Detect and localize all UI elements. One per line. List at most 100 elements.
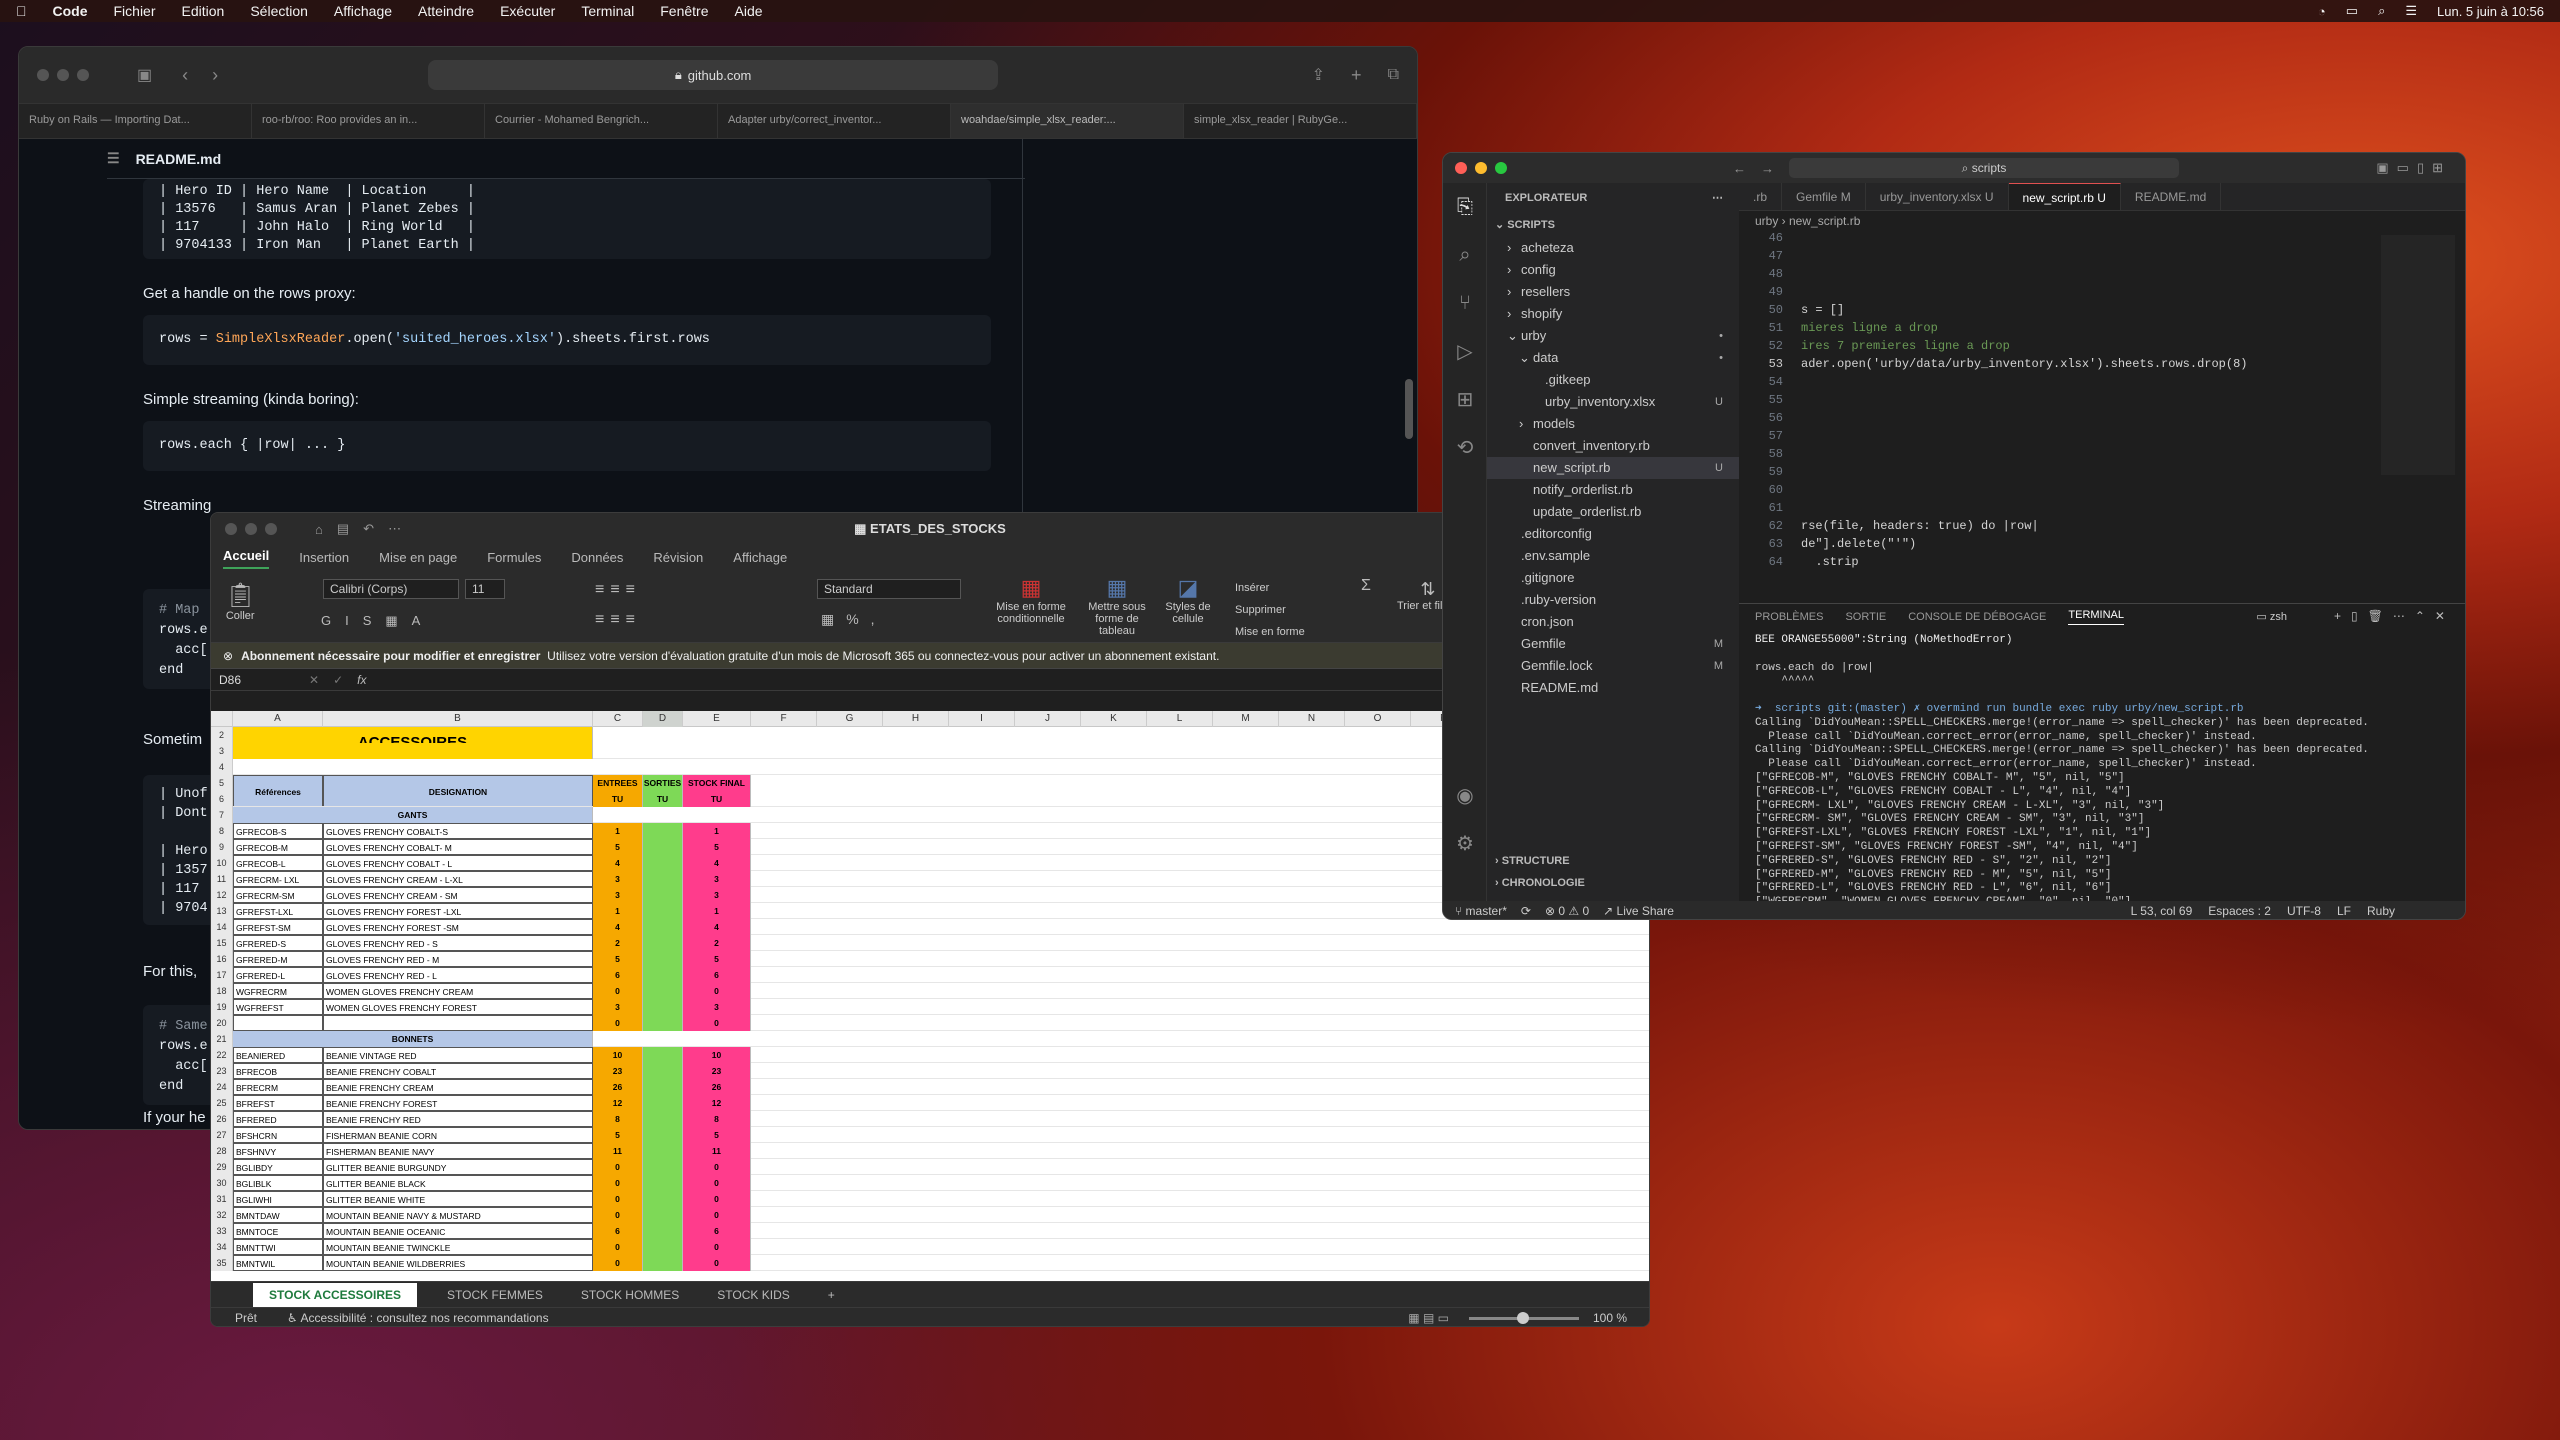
zoom-slider[interactable] xyxy=(1468,1311,1579,1324)
zoom-button[interactable] xyxy=(77,69,89,81)
cell-designation[interactable]: MOUNTAIN BEANIE OCEANIC xyxy=(323,1223,593,1239)
cell-ref[interactable]: GFRECOB-S xyxy=(233,823,323,839)
apple-menu-icon[interactable]:  xyxy=(16,3,27,19)
fx-button[interactable]: fx xyxy=(357,673,366,687)
cell-ref[interactable]: BEANIERED xyxy=(233,1047,323,1063)
layout-icons[interactable]: ▣▭▯⊞ xyxy=(2376,160,2451,176)
menu-1[interactable]: Edition xyxy=(182,3,225,19)
cell-stock[interactable]: 0 xyxy=(683,1015,751,1031)
back-icon[interactable]: ‹ xyxy=(182,65,188,86)
cell-ref[interactable]: BFRECOB xyxy=(233,1063,323,1079)
cell-sorties[interactable] xyxy=(643,951,683,967)
tree-item[interactable]: update_orderlist.rb xyxy=(1487,501,1739,523)
cell-designation[interactable]: BEANIE VINTAGE RED xyxy=(323,1047,593,1063)
cell-stock[interactable]: 0 xyxy=(683,1239,751,1255)
section-gants[interactable]: GANTS xyxy=(233,807,593,823)
row-header[interactable]: 32 xyxy=(211,1207,233,1223)
row-header[interactable]: 15 xyxy=(211,935,233,951)
column-header-J[interactable]: J xyxy=(1015,711,1081,727)
spreadsheet-grid[interactable]: ABCDEFGHIJKLMNOP 2ACCESSOIRES345Référenc… xyxy=(211,711,1649,1281)
cell-sorties[interactable] xyxy=(643,1095,683,1111)
tree-item[interactable]: new_script.rb U xyxy=(1487,457,1739,479)
cell-sorties[interactable] xyxy=(643,967,683,983)
cell-designation[interactable]: GLOVES FRENCHY FOREST -LXL xyxy=(323,903,593,919)
cell-sorties[interactable] xyxy=(643,1239,683,1255)
row-header[interactable]: 11 xyxy=(211,871,233,887)
ribbon-tab-0[interactable]: Accueil xyxy=(223,548,270,569)
cell-ref[interactable]: GFRECOB-M xyxy=(233,839,323,855)
timeline-section[interactable]: › CHRONOLOGIE xyxy=(1487,871,1585,895)
cell-sorties[interactable] xyxy=(643,1063,683,1079)
cell-entrees[interactable]: 3 xyxy=(593,871,643,887)
cell-entrees[interactable]: 6 xyxy=(593,967,643,983)
cell-designation[interactable]: GLOVES FRENCHY RED - L xyxy=(323,967,593,983)
zoom-button[interactable] xyxy=(1495,162,1507,174)
name-box[interactable]: D86 xyxy=(219,673,279,687)
cell-sorties[interactable] xyxy=(643,1127,683,1143)
cell-ref[interactable]: BFSHNVY xyxy=(233,1143,323,1159)
cell-designation[interactable]: MOUNTAIN BEANIE WILDBERRIES xyxy=(323,1255,593,1271)
cell-stock[interactable]: 8 xyxy=(683,1111,751,1127)
cell-entrees[interactable]: 6 xyxy=(593,1223,643,1239)
cell-sorties[interactable] xyxy=(643,855,683,871)
cell-ref[interactable]: BGLIWHI xyxy=(233,1191,323,1207)
search-icon[interactable]: ⌕ xyxy=(2378,3,2385,19)
cell-ref[interactable]: BMNTOCE xyxy=(233,1223,323,1239)
tree-item[interactable]: notify_orderlist.rb xyxy=(1487,479,1739,501)
sheet-tab-3[interactable]: STOCK KIDS xyxy=(717,1288,789,1302)
sheet-tab-2[interactable]: STOCK HOMMES xyxy=(581,1288,679,1302)
battery-icon[interactable]: ▭ xyxy=(2346,3,2358,19)
column-header-C[interactable]: C xyxy=(593,711,643,727)
row-header[interactable]: 2 xyxy=(211,727,233,743)
tree-item[interactable]: Gemfile.lock M xyxy=(1487,655,1739,677)
row-header[interactable]: 8 xyxy=(211,823,233,839)
confirm-icon[interactable]: ✓ xyxy=(333,673,343,687)
branch-indicator[interactable]: ⑂ master* xyxy=(1455,904,1507,918)
cell-stock[interactable]: 5 xyxy=(683,951,751,967)
column-header-B[interactable]: B xyxy=(323,711,593,727)
cell-sorties[interactable] xyxy=(643,871,683,887)
editor-tab[interactable]: .rb xyxy=(1739,183,1783,210)
command-center[interactable]: ⌕ scripts xyxy=(1789,158,2179,178)
cell-ref[interactable]: GFRERED-L xyxy=(233,967,323,983)
column-header-L[interactable]: L xyxy=(1147,711,1213,727)
cancel-icon[interactable]: ✕ xyxy=(309,673,319,687)
cursor-position[interactable]: L 53, col 69 xyxy=(2131,904,2193,918)
cell-ref[interactable]: BMNTTWI xyxy=(233,1239,323,1255)
cell-ref[interactable]: WGFRECRM xyxy=(233,983,323,999)
row-header[interactable]: 31 xyxy=(211,1191,233,1207)
menu-7[interactable]: Fenêtre xyxy=(660,3,708,19)
column-header-K[interactable]: K xyxy=(1081,711,1147,727)
cell-designation[interactable]: FISHERMAN BEANIE NAVY xyxy=(323,1143,593,1159)
tree-item[interactable]: ⌄ urby • xyxy=(1487,325,1739,347)
sum-icon[interactable]: Σ xyxy=(1361,577,1371,595)
cell[interactable]: TU xyxy=(683,791,751,807)
search-icon[interactable]: ⌕ xyxy=(1443,231,1487,279)
back-icon[interactable]: ← xyxy=(1733,161,1746,176)
column-header-G[interactable]: G xyxy=(817,711,883,727)
problems-indicator[interactable]: ⊗ 0 ⚠ 0 xyxy=(1545,904,1589,918)
cell-stock[interactable]: 3 xyxy=(683,887,751,903)
cell-designation[interactable]: GLITTER BEANIE BURGUNDY xyxy=(323,1159,593,1175)
cell-ref[interactable]: BFREFST xyxy=(233,1095,323,1111)
settings-gear-icon[interactable]: ⚙ xyxy=(1443,819,1487,867)
cell-sorties[interactable] xyxy=(643,1175,683,1191)
cell-sorties[interactable] xyxy=(643,999,683,1015)
browser-tab[interactable]: Adapter urby/correct_inventor... xyxy=(718,104,951,138)
row-header[interactable]: 5 xyxy=(211,775,233,791)
row-header[interactable]: 35 xyxy=(211,1255,233,1271)
cell-designation[interactable]: GLITTER BEANIE BLACK xyxy=(323,1175,593,1191)
cell-designation[interactable]: WOMEN GLOVES FRENCHY FOREST xyxy=(323,999,593,1015)
cell-stock[interactable]: 11 xyxy=(683,1143,751,1159)
browser-tab[interactable]: Courrier - Mohamed Bengrich... xyxy=(485,104,718,138)
cell-designation[interactable]: GLOVES FRENCHY COBALT - L xyxy=(323,855,593,871)
row-header[interactable]: 16 xyxy=(211,951,233,967)
menu-2[interactable]: Sélection xyxy=(250,3,308,19)
insert-button[interactable]: Insérer xyxy=(1235,577,1305,599)
browser-tab[interactable]: woahdae/simple_xlsx_reader:... xyxy=(951,104,1184,138)
tree-item[interactable]: README.md xyxy=(1487,677,1739,699)
tree-item[interactable]: Gemfile M xyxy=(1487,633,1739,655)
cell-entrees[interactable]: 4 xyxy=(593,855,643,871)
cell-stock[interactable]: 0 xyxy=(683,1159,751,1175)
cell-sorties[interactable] xyxy=(643,1223,683,1239)
